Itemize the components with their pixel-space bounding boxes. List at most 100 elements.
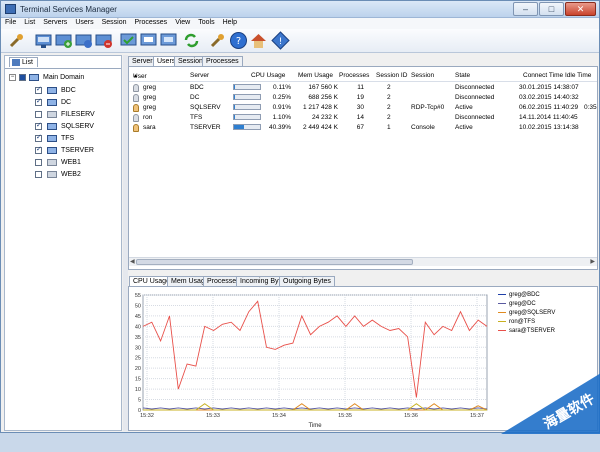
menu-users[interactable]: Users — [71, 18, 97, 27]
server-checkbox[interactable] — [35, 87, 42, 94]
scroll-left-icon[interactable]: ◀ — [130, 258, 135, 265]
menu-help[interactable]: Help — [219, 18, 241, 27]
refresh-icon[interactable] — [182, 31, 201, 50]
wrench-icon[interactable] — [7, 31, 26, 50]
menu-bar: FileListServersUsersSessionProcessesView… — [1, 18, 599, 29]
tree-server-web1[interactable]: WEB1 — [23, 158, 119, 167]
col-idle-time[interactable]: Idle Time — [565, 72, 591, 79]
cell-cpu: 0.91% — [273, 104, 291, 111]
user-icon — [133, 84, 139, 92]
tree-server-tfs[interactable]: TFS — [23, 134, 119, 143]
server-checkbox[interactable] — [35, 171, 42, 178]
y-tick-label: 40 — [135, 324, 141, 330]
server-checkbox[interactable] — [35, 147, 42, 154]
tree-server-tserver[interactable]: TSERVER — [23, 146, 119, 155]
server-checkbox[interactable] — [35, 99, 42, 106]
table-row[interactable]: ronTFS1.10%24 232 K142Disconnected14.11.… — [129, 113, 597, 123]
session-icon[interactable] — [119, 31, 138, 50]
computer-icon — [47, 99, 57, 106]
menu-file[interactable]: File — [1, 18, 20, 27]
session-refresh-icon[interactable] — [159, 31, 178, 50]
scroll-right-icon[interactable]: ▶ — [590, 258, 595, 265]
svg-text:!: ! — [279, 37, 283, 47]
legend-swatch — [498, 312, 506, 313]
server-name: TFS — [61, 134, 74, 143]
col-processes[interactable]: Processes — [339, 72, 369, 79]
close-button[interactable]: ✕ — [565, 2, 596, 16]
tab-outgoing-bytes[interactable]: Outgoing Bytes — [279, 276, 335, 286]
tab-processes[interactable]: Processes — [202, 56, 243, 66]
user-icon — [133, 104, 139, 112]
horizontal-scrollbar[interactable]: ◀ ▶ — [129, 257, 597, 266]
cell-sid: 2 — [387, 94, 391, 101]
y-tick-label: 25 — [135, 356, 141, 362]
table-row[interactable]: gregBDC0.11%167 560 K112Disconnected30.0… — [129, 83, 597, 93]
y-tick-label: 35 — [135, 335, 141, 341]
col-server[interactable]: Server — [190, 72, 209, 79]
computer-icon — [47, 123, 57, 130]
root-checkbox[interactable] — [19, 74, 26, 81]
col-session[interactable]: Session — [411, 72, 434, 79]
cell-cpu: 0.11% — [273, 84, 291, 91]
y-tick-label: 10 — [135, 387, 141, 393]
server-name: DC — [61, 98, 71, 107]
server-edit-icon[interactable] — [74, 31, 93, 50]
y-tick-label: 15 — [135, 377, 141, 383]
legend-item: greg@BDC — [498, 292, 540, 300]
col-cpu[interactable]: CPU Usage — [251, 72, 285, 79]
maximize-button[interactable]: □ — [539, 2, 564, 16]
server-checkbox[interactable] — [35, 135, 42, 142]
server-name: WEB1 — [61, 158, 81, 167]
cpu-usage-fill — [234, 125, 244, 129]
tree-server-web2[interactable]: WEB2 — [23, 170, 119, 179]
menu-tools[interactable]: Tools — [194, 18, 218, 27]
cell-mem: 167 560 K — [308, 84, 338, 91]
minimize-button[interactable]: – — [513, 2, 538, 16]
settings-wrench-icon[interactable] — [208, 31, 227, 50]
menu-view[interactable]: View — [171, 18, 194, 27]
table-row[interactable]: gregSQLSERV0.91%1 217 428 K302RDP-Tcp#0A… — [129, 103, 597, 113]
server-add-icon[interactable] — [54, 31, 73, 50]
scrollbar-thumb[interactable] — [136, 259, 413, 265]
cpu-usage-bar — [233, 94, 261, 100]
home-icon[interactable] — [249, 31, 268, 50]
col-connect-time[interactable]: Connect Time — [523, 72, 563, 79]
server-remove-icon[interactable] — [94, 31, 113, 50]
col-session-id[interactable]: Session ID — [376, 72, 407, 79]
server-name: SQLSERV — [61, 122, 94, 131]
menu-session[interactable]: Session — [98, 18, 131, 27]
server-name: WEB2 — [61, 170, 81, 179]
server-name: TSERVER — [61, 146, 94, 155]
cell-connect: 14.11.2014 11:40:45 — [519, 114, 578, 121]
server-connect-icon[interactable] — [34, 31, 53, 50]
cell-mem: 24 232 K — [312, 114, 338, 121]
collapse-icon[interactable]: − — [9, 74, 16, 81]
cell-connect: 03.02.2015 14:40:32 — [519, 94, 579, 101]
x-tick-label: 15:37 — [470, 413, 484, 419]
menu-servers[interactable]: Servers — [39, 18, 71, 27]
tree-server-fileserv[interactable]: FILESERV — [23, 110, 119, 119]
server-checkbox[interactable] — [35, 111, 42, 118]
col-state[interactable]: State — [455, 72, 470, 79]
tree-server-sqlserv[interactable]: SQLSERV — [23, 122, 119, 131]
menu-processes[interactable]: Processes — [131, 18, 172, 27]
session-list-icon[interactable] — [139, 31, 158, 50]
tab-list[interactable]: List — [9, 57, 38, 67]
info-icon[interactable]: ! — [271, 31, 290, 50]
cell-sid: 2 — [387, 104, 391, 111]
title-bar: Terminal Services Manager – □ ✕ — [1, 1, 599, 18]
computer-icon — [47, 159, 57, 166]
cell-cpu: 1.10% — [273, 114, 291, 121]
plot-area — [143, 295, 487, 410]
col-mem[interactable]: Mem Usage — [298, 72, 333, 79]
computer-icon — [47, 87, 57, 94]
tree-server-dc[interactable]: DC — [23, 98, 119, 107]
server-checkbox[interactable] — [35, 159, 42, 166]
server-checkbox[interactable] — [35, 123, 42, 130]
menu-list[interactable]: List — [20, 18, 39, 27]
cell-idle: 0:35 — [584, 104, 597, 111]
tree-server-bdc[interactable]: BDC — [23, 86, 119, 95]
help-icon[interactable]: ? — [229, 31, 248, 50]
table-row[interactable]: gregDC0.25%688 256 K192Disconnected03.02… — [129, 93, 597, 103]
table-row[interactable]: saraTSERVER40.39%2 449 424 K671ConsoleAc… — [129, 123, 597, 133]
